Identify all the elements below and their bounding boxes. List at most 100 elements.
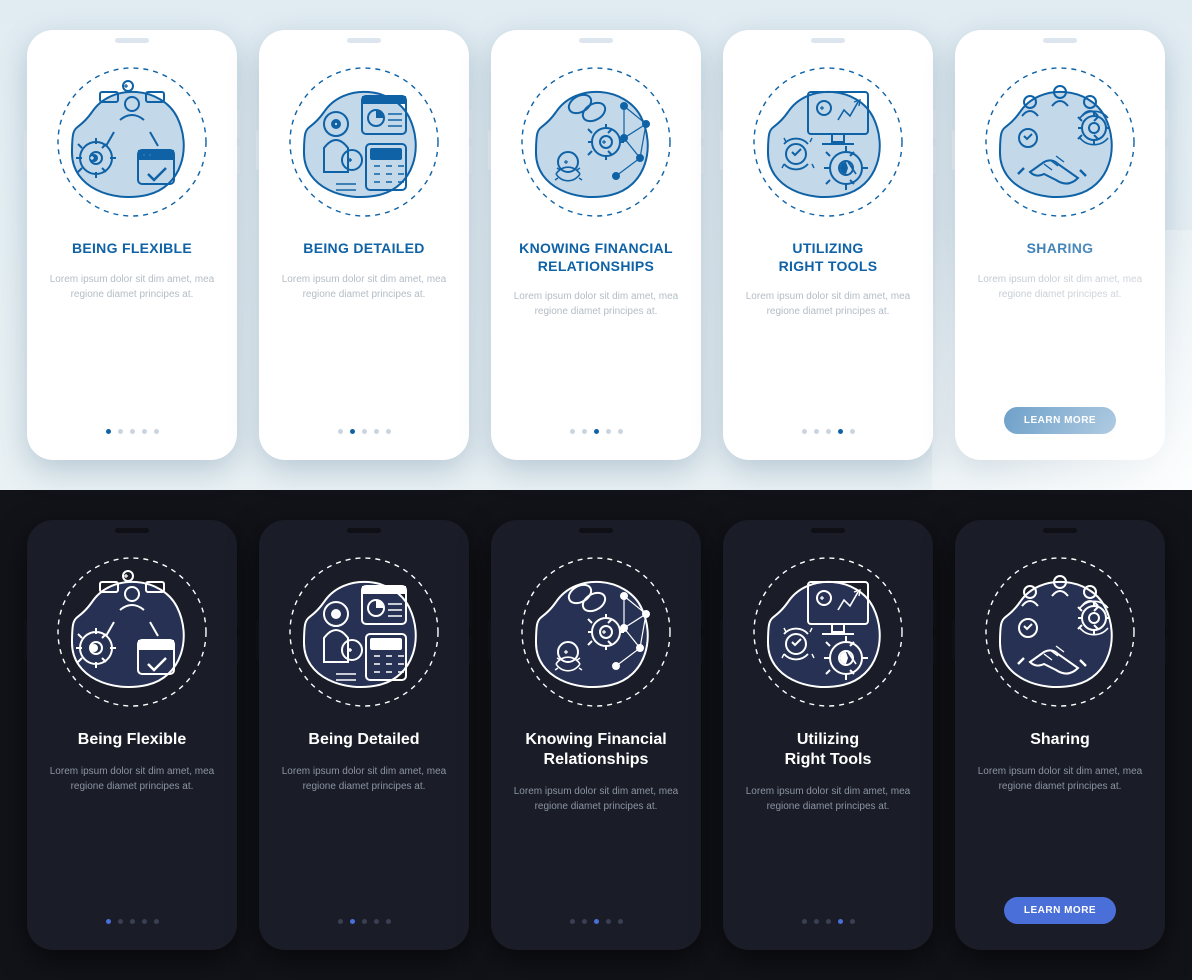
pagination-dot[interactable] — [106, 919, 111, 924]
phone-notch — [579, 528, 613, 533]
slide-title: BEING DETAILED — [303, 240, 424, 258]
pagination-dot[interactable] — [154, 429, 159, 434]
phone-notch — [347, 38, 381, 43]
pagination-dot[interactable] — [118, 429, 123, 434]
slide-body: Lorem ipsum dolor sit dim amet, mea regi… — [507, 784, 685, 814]
pagination-dots — [106, 919, 159, 924]
phone-sharing-dark: Sharing Lorem ipsum dolor sit dim amet, … — [955, 520, 1165, 950]
phone-side-button — [469, 110, 472, 138]
pagination-dots — [106, 429, 159, 434]
phone-tools-dark: UtilizingRight Tools Lorem ipsum dolor s… — [723, 520, 933, 950]
pagination-dot[interactable] — [362, 919, 367, 924]
slide-title: SHARING — [1027, 240, 1094, 258]
pagination-dot[interactable] — [826, 919, 831, 924]
pagination-dot[interactable] — [374, 919, 379, 924]
pagination-dot[interactable] — [570, 429, 575, 434]
pagination-dot[interactable] — [594, 919, 599, 924]
pagination-dot[interactable] — [350, 919, 355, 924]
pagination-dots — [802, 429, 855, 434]
phone-side-button — [1165, 146, 1168, 174]
slide-body: Lorem ipsum dolor sit dim amet, mea regi… — [971, 272, 1149, 302]
pagination-dot[interactable] — [118, 919, 123, 924]
pagination-dots — [338, 429, 391, 434]
pagination-dot[interactable] — [142, 919, 147, 924]
pagination-dot[interactable] — [338, 429, 343, 434]
pagination-dot[interactable] — [142, 429, 147, 434]
phone-side-button — [1165, 636, 1168, 664]
phone-side-button — [469, 636, 472, 664]
phone-side-button — [952, 130, 955, 170]
slide-title: UtilizingRight Tools — [785, 730, 872, 770]
pagination-dot[interactable] — [386, 429, 391, 434]
slide-body: Lorem ipsum dolor sit dim amet, mea regi… — [739, 784, 917, 814]
pagination-dot[interactable] — [386, 919, 391, 924]
pagination-dot[interactable] — [362, 429, 367, 434]
pagination-dot[interactable] — [338, 919, 343, 924]
phone-side-button — [469, 600, 472, 628]
flexible-illustration-icon — [52, 552, 212, 712]
phone-side-button — [933, 636, 936, 664]
phone-side-button — [720, 130, 723, 170]
pagination-dots — [802, 919, 855, 924]
phone-side-button — [237, 636, 240, 664]
phone-side-button — [24, 130, 27, 170]
pagination-dot[interactable] — [582, 429, 587, 434]
slide-title: Knowing FinancialRelationships — [525, 730, 666, 770]
learn-more-button[interactable]: LEARN MORE — [1004, 897, 1116, 924]
pagination-dots — [570, 919, 623, 924]
slide-title: BEING FLEXIBLE — [72, 240, 192, 258]
pagination-dot[interactable] — [350, 429, 355, 434]
pagination-dot[interactable] — [570, 919, 575, 924]
slide-title: Sharing — [1030, 730, 1090, 750]
pagination-dot[interactable] — [850, 429, 855, 434]
phone-flexible-light: BEING FLEXIBLE Lorem ipsum dolor sit dim… — [27, 30, 237, 460]
flexible-illustration-icon — [52, 62, 212, 222]
phone-side-button — [237, 146, 240, 174]
phone-side-button — [952, 620, 955, 660]
phone-notch — [347, 528, 381, 533]
phone-relationships-dark: Knowing FinancialRelationships Lorem ips… — [491, 520, 701, 950]
pagination-dot[interactable] — [106, 429, 111, 434]
pagination-dots — [338, 919, 391, 924]
phone-side-button — [701, 146, 704, 174]
phone-side-button — [933, 110, 936, 138]
relationships-illustration-icon — [516, 62, 676, 222]
learn-more-button[interactable]: LEARN MORE — [1004, 407, 1116, 434]
phone-side-button — [469, 146, 472, 174]
slide-title: KNOWING FINANCIALRELATIONSHIPS — [519, 240, 673, 275]
pagination-dot[interactable] — [618, 429, 623, 434]
pagination-dot[interactable] — [814, 429, 819, 434]
pagination-dot[interactable] — [838, 429, 843, 434]
slide-body: Lorem ipsum dolor sit dim amet, mea regi… — [739, 289, 917, 319]
phone-side-button — [1165, 110, 1168, 138]
tools-illustration-icon — [748, 62, 908, 222]
phone-notch — [115, 528, 149, 533]
slide-title: Being Detailed — [308, 730, 419, 750]
pagination-dot[interactable] — [130, 919, 135, 924]
pagination-dot[interactable] — [374, 429, 379, 434]
pagination-dot[interactable] — [154, 919, 159, 924]
pagination-dot[interactable] — [838, 919, 843, 924]
phone-side-button — [488, 130, 491, 170]
phone-side-button — [933, 146, 936, 174]
pagination-dot[interactable] — [618, 919, 623, 924]
phone-notch — [115, 38, 149, 43]
pagination-dot[interactable] — [606, 919, 611, 924]
slide-body: Lorem ipsum dolor sit dim amet, mea regi… — [275, 272, 453, 302]
phone-side-button — [933, 600, 936, 628]
pagination-dot[interactable] — [582, 919, 587, 924]
phone-detailed-dark: Being Detailed Lorem ipsum dolor sit dim… — [259, 520, 469, 950]
pagination-dot[interactable] — [802, 919, 807, 924]
phone-notch — [1043, 528, 1077, 533]
phone-sharing-light: SHARING Lorem ipsum dolor sit dim amet, … — [955, 30, 1165, 460]
phone-side-button — [1165, 600, 1168, 628]
pagination-dot[interactable] — [826, 429, 831, 434]
phone-detailed-light: BEING DETAILED Lorem ipsum dolor sit dim… — [259, 30, 469, 460]
slide-body: Lorem ipsum dolor sit dim amet, mea regi… — [971, 764, 1149, 794]
pagination-dot[interactable] — [594, 429, 599, 434]
pagination-dot[interactable] — [802, 429, 807, 434]
pagination-dot[interactable] — [606, 429, 611, 434]
pagination-dot[interactable] — [814, 919, 819, 924]
pagination-dot[interactable] — [130, 429, 135, 434]
pagination-dot[interactable] — [850, 919, 855, 924]
